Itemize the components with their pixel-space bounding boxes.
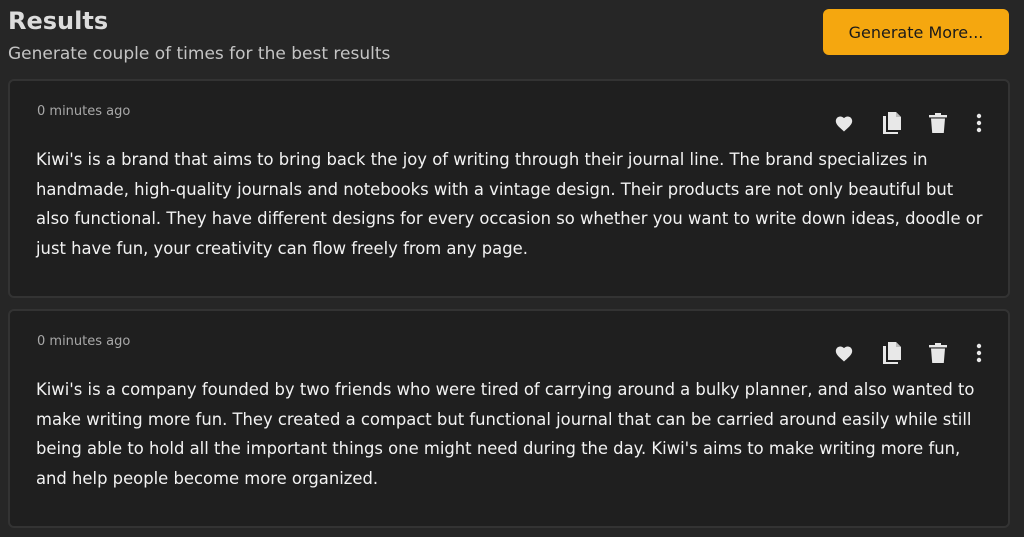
results-page: Results Generate couple of times for the… — [0, 0, 1024, 537]
page-subtitle: Generate couple of times for the best re… — [8, 44, 391, 64]
result-timestamp: 0 minutes ago — [37, 104, 131, 119]
result-card: 0 minutes ago Kiwi's is a company founde… — [8, 309, 1010, 528]
result-card: 0 minutes ago Kiwi's is a brand that aim… — [8, 79, 1010, 298]
result-timestamp: 0 minutes ago — [37, 334, 131, 349]
more-vertical-icon[interactable] — [967, 111, 991, 135]
heart-icon[interactable] — [832, 341, 856, 365]
heart-icon[interactable] — [832, 111, 856, 135]
trash-icon[interactable] — [926, 341, 950, 365]
result-actions — [828, 341, 998, 365]
trash-icon[interactable] — [926, 111, 950, 135]
copy-icon[interactable] — [880, 341, 904, 365]
result-actions — [828, 111, 998, 135]
copy-icon[interactable] — [880, 111, 904, 135]
result-text: Kiwi's is a company founded by two frien… — [36, 380, 975, 488]
page-title: Results — [8, 7, 109, 35]
result-text: Kiwi's is a brand that aims to bring bac… — [36, 150, 983, 258]
more-vertical-icon[interactable] — [967, 341, 991, 365]
generate-more-button[interactable]: Generate More... — [823, 9, 1009, 55]
